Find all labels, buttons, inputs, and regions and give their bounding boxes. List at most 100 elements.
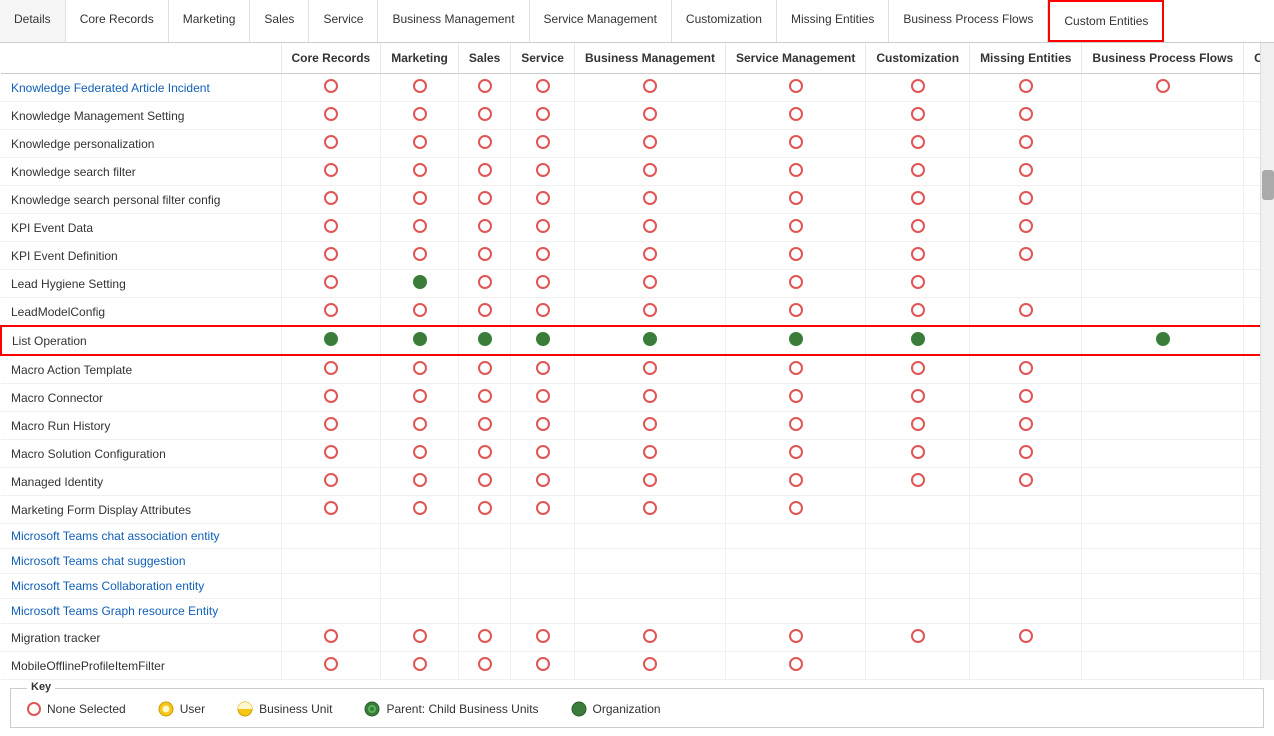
entity-name[interactable]: Microsoft Teams chat suggestion (1, 549, 281, 574)
circle-none (536, 473, 550, 487)
circle-cell (1244, 355, 1260, 384)
circle-cell (458, 652, 510, 680)
circle-none (789, 191, 803, 205)
circle-cell (866, 158, 970, 186)
tab-missing-entities[interactable]: Missing Entities (777, 0, 889, 42)
table-row: Migration tracker (1, 624, 1260, 652)
circle-cell (1244, 74, 1260, 102)
table-row: Microsoft Teams Graph resource Entity (1, 599, 1260, 624)
circle-cell (1244, 270, 1260, 298)
circle-none (911, 135, 925, 149)
entity-name[interactable]: Microsoft Teams Collaboration entity (1, 574, 281, 599)
app-container: DetailsCore RecordsMarketingSalesService… (0, 0, 1274, 736)
table-row: Knowledge Federated Article Incident (1, 74, 1260, 102)
circle-cell (458, 468, 510, 496)
circle-cell (381, 652, 459, 680)
table-row: Marketing Form Display Attributes (1, 496, 1260, 524)
circle-none (413, 303, 427, 317)
circle-green (413, 332, 427, 346)
circle-cell (726, 468, 866, 496)
main-area: Core RecordsMarketingSalesServiceBusines… (0, 43, 1274, 680)
table-wrapper[interactable]: Core RecordsMarketingSalesServiceBusines… (0, 43, 1260, 680)
circle-none (536, 629, 550, 643)
circle-cell (726, 214, 866, 242)
circle-none (413, 473, 427, 487)
tab-business-process-flows[interactable]: Business Process Flows (889, 0, 1048, 42)
circle-cell (866, 468, 970, 496)
circle-none (911, 303, 925, 317)
table-row: Microsoft Teams chat suggestion (1, 549, 1260, 574)
circle-none (324, 389, 338, 403)
circle-none (324, 445, 338, 459)
circle-cell (281, 496, 381, 524)
circle-none (536, 275, 550, 289)
circle-cell (1244, 412, 1260, 440)
entity-name: Knowledge Management Setting (1, 102, 281, 130)
scrollbar-thumb[interactable] (1262, 170, 1274, 200)
circle-cell (866, 298, 970, 327)
circle-cell (281, 574, 381, 599)
circle-cell (381, 74, 459, 102)
key-item-bu: Business Unit (237, 701, 332, 717)
circle-none (478, 473, 492, 487)
tab-business-management[interactable]: Business Management (378, 0, 529, 42)
circle-none (643, 361, 657, 375)
circle-cell (1082, 298, 1244, 327)
circle-none (1019, 219, 1033, 233)
circle-none (324, 501, 338, 515)
tab-sales[interactable]: Sales (250, 0, 309, 42)
circle-cell (381, 524, 459, 549)
table-row: KPI Event Definition (1, 242, 1260, 270)
circle-cell (866, 74, 970, 102)
circle-cell (1082, 130, 1244, 158)
circle-cell (381, 158, 459, 186)
col-header-service-management: Service Management (726, 43, 866, 74)
circle-cell (726, 326, 866, 355)
entity-name: Migration tracker (1, 624, 281, 652)
circle-none (643, 629, 657, 643)
scrollbar[interactable] (1260, 43, 1274, 680)
entity-name[interactable]: Microsoft Teams Graph resource Entity (1, 599, 281, 624)
tab-service-management[interactable]: Service Management (530, 0, 672, 42)
circle-cell (1082, 549, 1244, 574)
tab-service[interactable]: Service (309, 0, 378, 42)
key-item-label: None Selected (47, 702, 126, 716)
circle-cell (574, 74, 725, 102)
circle-none (789, 219, 803, 233)
tab-core-records[interactable]: Core Records (66, 0, 169, 42)
circle-cell (970, 102, 1082, 130)
circle-cell (1244, 652, 1260, 680)
table-row: Lead Hygiene Setting (1, 270, 1260, 298)
circle-cell (726, 102, 866, 130)
circle-cell (458, 186, 510, 214)
circle-cell (574, 214, 725, 242)
circle-cell (574, 440, 725, 468)
circle-cell (511, 599, 575, 624)
circle-cell (511, 624, 575, 652)
circle-cell (1082, 242, 1244, 270)
circle-cell (458, 130, 510, 158)
tab-customization[interactable]: Customization (672, 0, 777, 42)
circle-none (911, 219, 925, 233)
circle-cell (381, 326, 459, 355)
circle-none (536, 219, 550, 233)
circle-cell (970, 549, 1082, 574)
circle-none (789, 389, 803, 403)
tab-custom-entities[interactable]: Custom Entities (1048, 0, 1164, 42)
circle-cell (381, 599, 459, 624)
tab-marketing[interactable]: Marketing (169, 0, 251, 42)
circle-cell (1244, 158, 1260, 186)
circle-cell (458, 412, 510, 440)
circle-cell (970, 158, 1082, 186)
circle-cell (458, 440, 510, 468)
circle-cell (726, 158, 866, 186)
table-row: KPI Event Data (1, 214, 1260, 242)
entity-name[interactable]: Microsoft Teams chat association entity (1, 524, 281, 549)
entity-name[interactable]: Knowledge Federated Article Incident (1, 74, 281, 102)
circle-cell (726, 412, 866, 440)
col-header-missing-entities: Missing Entities (970, 43, 1082, 74)
tab-bar: DetailsCore RecordsMarketingSalesService… (0, 0, 1274, 43)
circle-cell (574, 102, 725, 130)
tab-details[interactable]: Details (0, 0, 66, 42)
circle-cell (574, 652, 725, 680)
